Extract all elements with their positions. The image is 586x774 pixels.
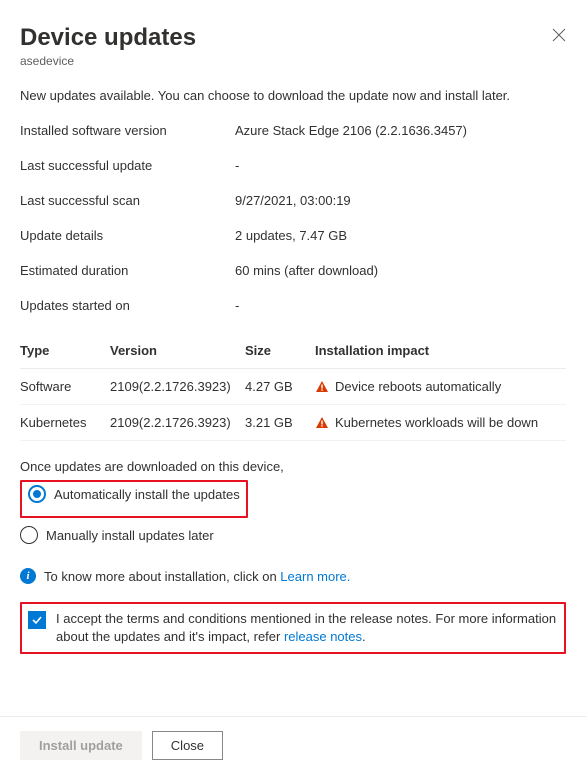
last-update-value: - — [235, 158, 239, 173]
last-scan-value: 9/27/2021, 03:00:19 — [235, 193, 351, 208]
started-on-label: Updates started on — [20, 298, 235, 313]
col-size: Size — [245, 333, 315, 369]
terms-checkbox[interactable] — [28, 611, 46, 629]
updates-table: Type Version Size Installation impact So… — [20, 333, 566, 441]
cell-size: 3.21 GB — [245, 405, 315, 441]
cell-type: Software — [20, 369, 110, 405]
radio-manual-label: Manually install updates later — [46, 528, 214, 543]
info-icon: i — [20, 568, 36, 584]
installed-version-value: Azure Stack Edge 2106 (2.2.1636.3457) — [235, 123, 467, 138]
last-scan-label: Last successful scan — [20, 193, 235, 208]
install-prompt: Once updates are downloaded on this devi… — [20, 459, 566, 474]
col-type: Type — [20, 333, 110, 369]
update-details-label: Update details — [20, 228, 235, 243]
table-row: Kubernetes 2109(2.2.1726.3923) 3.21 GB K… — [20, 405, 566, 441]
learn-more-link[interactable]: Learn more. — [280, 569, 350, 584]
table-row: Software 2109(2.2.1726.3923) 4.27 GB Dev… — [20, 369, 566, 405]
device-name: asedevice — [20, 54, 566, 68]
col-version: Version — [110, 333, 245, 369]
intro-text: New updates available. You can choose to… — [20, 88, 566, 103]
radio-auto-label: Automatically install the updates — [54, 487, 240, 502]
info-text: To know more about installation, click o… — [44, 569, 280, 584]
cell-version: 2109(2.2.1726.3923) — [110, 369, 245, 405]
close-icon[interactable] — [552, 28, 566, 42]
page-title: Device updates — [20, 24, 196, 52]
close-button[interactable]: Close — [152, 731, 223, 760]
started-on-value: - — [235, 298, 239, 313]
col-impact: Installation impact — [315, 333, 566, 369]
last-update-label: Last successful update — [20, 158, 235, 173]
update-details-value: 2 updates, 7.47 GB — [235, 228, 347, 243]
cell-size: 4.27 GB — [245, 369, 315, 405]
terms-text: I accept the terms and conditions mentio… — [56, 610, 558, 646]
install-update-button[interactable]: Install update — [20, 731, 142, 760]
release-notes-link[interactable]: release notes — [284, 629, 362, 644]
cell-type: Kubernetes — [20, 405, 110, 441]
duration-label: Estimated duration — [20, 263, 235, 278]
installed-version-label: Installed software version — [20, 123, 235, 138]
cell-impact: Device reboots automatically — [335, 379, 501, 394]
warning-icon — [315, 380, 329, 394]
warning-icon — [315, 416, 329, 430]
cell-impact: Kubernetes workloads will be down — [335, 415, 538, 430]
radio-auto-install[interactable] — [28, 485, 46, 503]
duration-value: 60 mins (after download) — [235, 263, 378, 278]
cell-version: 2109(2.2.1726.3923) — [110, 405, 245, 441]
radio-manual-install[interactable] — [20, 526, 38, 544]
